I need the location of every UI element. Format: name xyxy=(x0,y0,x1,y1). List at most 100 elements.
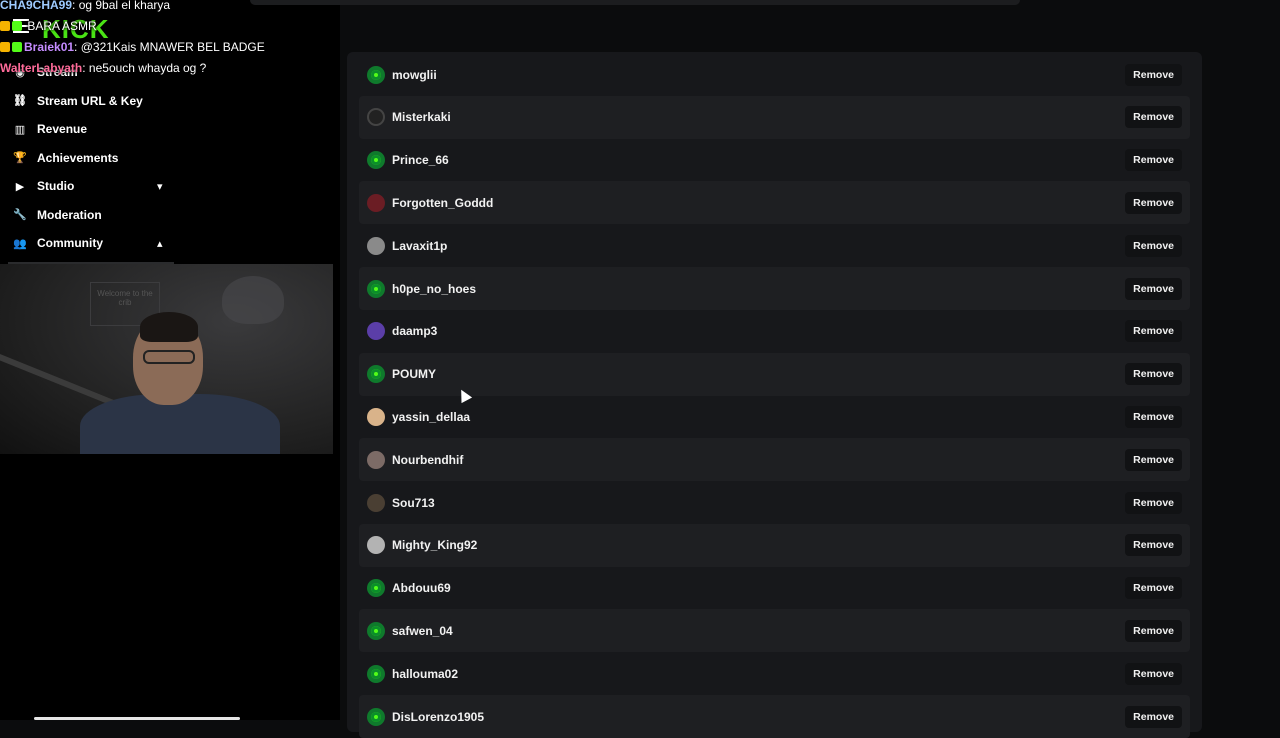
remove-button[interactable]: Remove xyxy=(1125,320,1182,343)
avatar[interactable] xyxy=(367,536,385,555)
nav-item-moderation[interactable]: 🔧 Moderation xyxy=(0,201,180,230)
username[interactable]: Forgotten_Goddd xyxy=(392,196,1125,210)
chat-text: ne5ouch whayda og ? xyxy=(88,61,207,75)
chat-separator: : xyxy=(72,0,79,12)
remove-button[interactable]: Remove xyxy=(1125,534,1182,557)
username[interactable]: Nourbendhif xyxy=(392,453,1125,467)
user-row: safwen_04 Remove xyxy=(359,609,1190,653)
avatar[interactable] xyxy=(367,193,385,212)
username[interactable]: hallouma02 xyxy=(392,667,1125,681)
username[interactable]: Misterkaki xyxy=(392,110,1125,124)
nav-item-stream-url-key[interactable]: ⛓ Stream URL & Key xyxy=(0,87,180,116)
chat-message: Braiek01: @321Kais MNAWER BEL BADGE xyxy=(0,37,340,58)
skull-flag-icon xyxy=(222,276,284,324)
chat-badge-icon xyxy=(12,21,22,31)
avatar[interactable] xyxy=(367,151,385,170)
remove-button[interactable]: Remove xyxy=(1125,234,1182,257)
nav-item-label: Community xyxy=(37,236,103,251)
username[interactable]: daamp3 xyxy=(392,324,1125,338)
remove-button[interactable]: Remove xyxy=(1125,491,1182,514)
chevron-up-icon[interactable]: ▴ xyxy=(157,237,163,250)
nav-item-label: Moderation xyxy=(37,207,102,222)
remove-button[interactable]: Remove xyxy=(1125,106,1182,129)
username[interactable]: yassin_dellaa xyxy=(392,410,1125,424)
remove-button[interactable]: Remove xyxy=(1125,191,1182,214)
remove-button[interactable]: Remove xyxy=(1125,363,1182,386)
username[interactable]: POUMY xyxy=(392,367,1125,381)
chat-separator: : xyxy=(82,61,89,75)
user-row: yassin_dellaa Remove xyxy=(359,395,1190,438)
user-row: Abdouu69 Remove xyxy=(359,567,1190,610)
users-icon: 👥 xyxy=(13,237,27,250)
nav-item-label: Stream URL & Key xyxy=(37,93,143,108)
chat-text: BARA ASMR xyxy=(27,19,97,33)
avatar[interactable] xyxy=(367,407,385,426)
user-row: mowglii Remove xyxy=(359,53,1190,96)
nav-item-label: Achievements xyxy=(37,150,119,165)
chat-username[interactable]: WalterLabyath xyxy=(0,61,82,75)
nav-item-studio[interactable]: ▶ Studio ▾ xyxy=(0,172,180,201)
remove-button[interactable]: Remove xyxy=(1125,662,1182,685)
chat-username[interactable]: Braiek01 xyxy=(24,40,74,54)
username[interactable]: h0pe_no_hoes xyxy=(392,282,1125,296)
trophy-icon: 🏆 xyxy=(13,152,27,165)
remove-button[interactable]: Remove xyxy=(1125,405,1182,428)
user-row: Misterkaki Remove xyxy=(359,95,1190,139)
webcam-feed: Welcome to the crib xyxy=(0,264,333,454)
chat-badge-icon xyxy=(0,42,10,52)
remove-button[interactable]: Remove xyxy=(1125,448,1182,471)
avatar[interactable] xyxy=(367,365,385,384)
avatar[interactable] xyxy=(367,108,385,127)
glasses-icon xyxy=(143,350,195,364)
top-scroll-strip xyxy=(250,0,1020,5)
user-row: POUMY Remove xyxy=(359,352,1190,396)
avatar[interactable] xyxy=(367,664,385,683)
avatar[interactable] xyxy=(367,707,385,726)
avatar[interactable] xyxy=(367,322,385,341)
username[interactable]: safwen_04 xyxy=(392,624,1125,638)
user-row: Lavaxit1p Remove xyxy=(359,224,1190,267)
avatar[interactable] xyxy=(367,450,385,469)
remove-button[interactable]: Remove xyxy=(1125,705,1182,728)
username[interactable]: Lavaxit1p xyxy=(392,239,1125,253)
nav-item-achievements[interactable]: 🏆 Achievements xyxy=(0,144,180,173)
remove-button[interactable]: Remove xyxy=(1125,619,1182,642)
chat-message: CHA9CHA99: og 9bal el kharya xyxy=(0,0,340,16)
link-icon: ⛓ xyxy=(13,95,27,108)
chat-message: WalterLabyath: ne5ouch whayda og ? xyxy=(0,58,340,79)
username[interactable]: Prince_66 xyxy=(392,153,1125,167)
username[interactable]: DisLorenzo1905 xyxy=(392,710,1125,724)
avatar[interactable] xyxy=(367,579,385,598)
user-row: Sou713 Remove xyxy=(359,481,1190,524)
nav-item-revenue[interactable]: ▥ Revenue xyxy=(0,115,180,144)
username[interactable]: Mighty_King92 xyxy=(392,538,1125,552)
user-row: daamp3 Remove xyxy=(359,310,1190,353)
avatar[interactable] xyxy=(367,236,385,255)
username[interactable]: Sou713 xyxy=(392,496,1125,510)
chat-username[interactable]: CHA9CHA99 xyxy=(0,0,72,12)
username[interactable]: Abdouu69 xyxy=(392,581,1125,595)
remove-button[interactable]: Remove xyxy=(1125,149,1182,172)
remove-button[interactable]: Remove xyxy=(1125,277,1182,300)
avatar[interactable] xyxy=(367,621,385,640)
chat-badge-icon xyxy=(12,42,22,52)
creator-dashboard-nav: ◉ Stream ⛓ Stream URL & Key ▥ Revenue 🏆 Achieve… xyxy=(0,58,180,258)
avatar[interactable] xyxy=(367,493,385,512)
chat-separator: : xyxy=(74,40,81,54)
nav-item-label: Studio xyxy=(37,179,75,194)
user-row: DisLorenzo1905 Remove xyxy=(359,695,1190,738)
user-row: h0pe_no_hoes Remove xyxy=(359,267,1190,310)
avatar[interactable] xyxy=(367,279,385,298)
chat-badge-icon xyxy=(0,21,10,31)
username[interactable]: mowglii xyxy=(392,68,1125,82)
remove-button[interactable]: Remove xyxy=(1125,63,1182,86)
chevron-down-icon[interactable]: ▾ xyxy=(157,180,163,193)
avatar[interactable] xyxy=(367,65,385,84)
chat-message: BARA ASMR xyxy=(0,16,340,37)
nav-item-community[interactable]: 👥 Community ▴ xyxy=(0,229,180,258)
user-row: Prince_66 Remove xyxy=(359,139,1190,182)
remove-button[interactable]: Remove xyxy=(1125,577,1182,600)
user-row: Forgotten_Goddd Remove xyxy=(359,181,1190,225)
user-row: hallouma02 Remove xyxy=(359,652,1190,695)
streamer-hair xyxy=(140,312,198,342)
